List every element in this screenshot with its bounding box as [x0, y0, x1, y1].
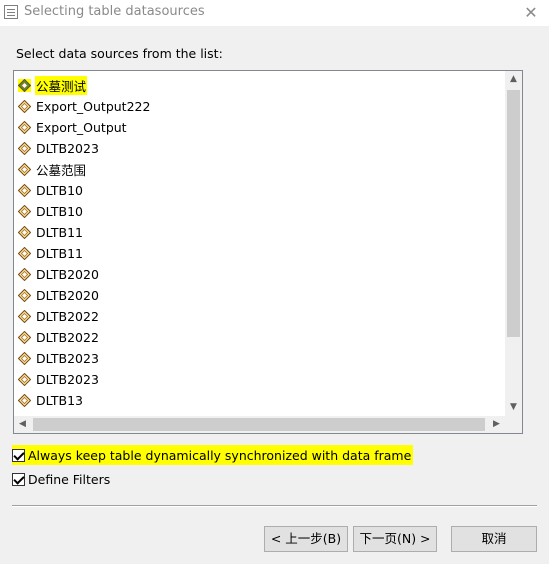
filters-checkbox[interactable] — [12, 473, 25, 486]
list-item-label: DLTB10 — [36, 204, 83, 219]
separator — [12, 505, 537, 507]
feature-layer-icon — [18, 226, 31, 239]
list-item[interactable]: DLTB10 — [18, 201, 503, 222]
list-item-label: DLTB2020 — [36, 267, 99, 282]
list-item[interactable]: DLTB2022 — [18, 306, 503, 327]
group-layer-icon — [18, 79, 31, 92]
scroll-up-icon[interactable]: ▲ — [505, 71, 522, 88]
cancel-button[interactable]: 取消 — [451, 526, 537, 552]
datasource-list[interactable]: 公墓测试 Export_Output222 Export_Output DLTB202… — [13, 70, 523, 434]
table-window-icon — [4, 5, 18, 19]
list-item[interactable]: Export_Output — [18, 117, 503, 138]
scroll-down-icon[interactable]: ▼ — [505, 399, 522, 416]
list-item-label: DLTB11 — [36, 246, 83, 261]
list-item[interactable]: DLTB2023 — [18, 138, 503, 159]
list-item-label: DLTB2020 — [36, 288, 99, 303]
scrollbar-corner — [505, 416, 522, 433]
feature-layer-icon — [18, 394, 31, 407]
back-button[interactable]: < 上一步(B) — [264, 526, 348, 552]
list-prompt: Select data sources from the list: — [16, 46, 223, 61]
list-item[interactable]: Export_Output222 — [18, 96, 503, 117]
window-title: Selecting table datasources — [24, 4, 205, 19]
close-icon[interactable]: ✕ — [521, 3, 541, 23]
vertical-scrollbar[interactable]: ▲ ▼ — [505, 71, 522, 416]
horizontal-scroll-thumb[interactable] — [33, 418, 485, 431]
feature-layer-icon — [18, 121, 31, 134]
list-item[interactable]: DLTB11 — [18, 243, 503, 264]
sync-checkbox[interactable] — [12, 448, 25, 462]
list-item-label: DLTB2023 — [36, 351, 99, 366]
datasource-items: 公墓测试 Export_Output222 Export_Output DLTB202… — [18, 75, 503, 411]
feature-layer-icon — [18, 289, 31, 302]
feature-layer-icon — [18, 373, 31, 386]
list-item-label: DLTB2022 — [36, 309, 99, 324]
feature-layer-icon — [18, 331, 31, 344]
filters-option[interactable]: Define Filters — [12, 472, 110, 487]
list-item-label: DLTB2023 — [36, 372, 99, 387]
feature-layer-icon — [18, 205, 31, 218]
list-item[interactable]: DLTB13 — [18, 390, 503, 411]
list-item-label: DLTB2023 — [36, 141, 99, 156]
feature-layer-icon — [18, 184, 31, 197]
list-item[interactable]: DLTB2020 — [18, 285, 503, 306]
vertical-scroll-thumb[interactable] — [507, 90, 520, 337]
feature-layer-icon — [18, 163, 31, 176]
list-item[interactable]: 公墓测试 — [18, 75, 503, 96]
list-item-label: DLTB11 — [36, 225, 83, 240]
feature-layer-icon — [18, 310, 31, 323]
sync-option[interactable]: Always keep table dynamically synchroniz… — [12, 445, 414, 465]
list-item[interactable]: DLTB11 — [18, 222, 503, 243]
scroll-left-icon[interactable]: ◀ — [14, 416, 31, 433]
feature-layer-icon — [18, 247, 31, 260]
list-item[interactable]: DLTB2023 — [18, 348, 503, 369]
filters-label: Define Filters — [28, 472, 111, 487]
list-item-label: Export_Output — [36, 120, 127, 135]
list-item[interactable]: DLTB2020 — [18, 264, 503, 285]
scroll-right-icon[interactable]: ▶ — [488, 416, 505, 433]
list-item[interactable]: DLTB2023 — [18, 369, 503, 390]
list-item[interactable]: 公墓范围 — [18, 159, 503, 180]
feature-layer-icon — [18, 100, 31, 113]
list-item-label: DLTB2022 — [36, 330, 99, 345]
list-item-label: DLTB10 — [36, 183, 83, 198]
list-item-label: 公墓范围 — [36, 163, 87, 178]
feature-layer-icon — [18, 352, 31, 365]
list-item-label: Export_Output222 — [36, 99, 151, 114]
horizontal-scrollbar[interactable]: ◀ ▶ — [14, 416, 505, 433]
list-item[interactable]: DLTB2022 — [18, 327, 503, 348]
next-button[interactable]: 下一页(N) > — [353, 526, 437, 552]
title-bar: Selecting table datasources ✕ — [0, 0, 549, 26]
sync-label: Always keep table dynamically synchroniz… — [28, 447, 412, 463]
list-item[interactable]: DLTB10 — [18, 180, 503, 201]
feature-layer-icon — [18, 268, 31, 281]
feature-layer-icon — [18, 142, 31, 155]
list-item-label: 公墓测试 — [35, 76, 88, 95]
list-item-label: DLTB13 — [36, 393, 83, 408]
